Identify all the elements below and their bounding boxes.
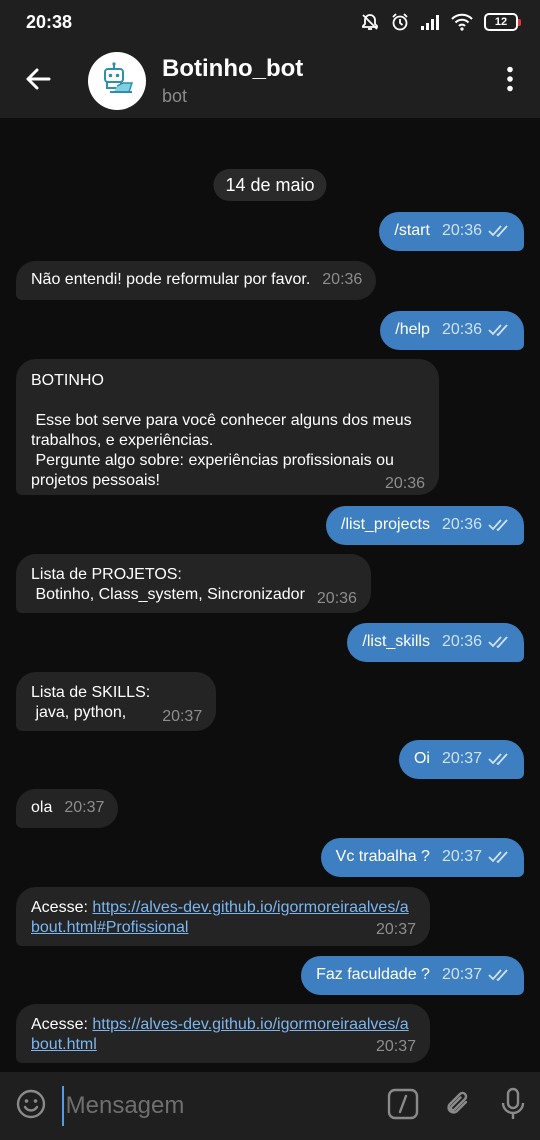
- input-bar: [0, 1072, 540, 1140]
- message-time: 20:37: [375, 1038, 416, 1055]
- attach-button[interactable]: [430, 1072, 485, 1140]
- double-check-icon: [488, 324, 508, 336]
- message-text: Vc trabalha ?: [335, 848, 430, 865]
- more-vertical-icon: [506, 66, 514, 97]
- message-text: Faz faculdade ?: [316, 966, 430, 983]
- message-incoming[interactable]: ola 20:37: [16, 789, 119, 828]
- signal-icon: [420, 13, 440, 31]
- date-divider: 14 de maio: [213, 169, 327, 201]
- status-time: 20:38: [26, 11, 73, 32]
- emoji-button[interactable]: [0, 1072, 62, 1140]
- chat-subtitle: bot: [162, 86, 188, 106]
- message-text: /start: [394, 222, 430, 239]
- message-outgoing[interactable]: /start 20:36: [379, 212, 524, 251]
- message-incoming[interactable]: Não entendi! pode reformular por favor. …: [16, 261, 377, 300]
- message-time: 20:36: [322, 271, 363, 288]
- message-text: Oi: [413, 750, 430, 767]
- menu-button[interactable]: [480, 44, 540, 118]
- message-time: 20:36: [441, 222, 482, 239]
- double-check-icon: [488, 969, 508, 981]
- message-text: Acesse:: [31, 899, 93, 916]
- alarm-icon: [390, 12, 410, 32]
- message-time: 20:37: [375, 921, 416, 938]
- message-incoming[interactable]: BOTINHO Esse bot serve para você conhece…: [16, 359, 439, 495]
- bot-command-icon: [387, 1088, 419, 1125]
- message-outgoing[interactable]: Oi 20:37: [398, 740, 524, 779]
- message-text: /list_skills: [362, 633, 430, 650]
- message-time: 20:37: [441, 750, 482, 767]
- message-time: 20:36: [384, 475, 425, 492]
- back-arrow-icon: [25, 67, 51, 96]
- battery-icon: 12: [484, 13, 521, 31]
- message-outgoing[interactable]: Vc trabalha ? 20:37: [320, 838, 524, 877]
- avatar[interactable]: [88, 52, 146, 110]
- double-check-icon: [488, 225, 508, 237]
- message-outgoing[interactable]: /list_projects 20:36: [326, 506, 524, 545]
- message-incoming[interactable]: Lista de SKILLS: java, python, 20:37: [16, 672, 217, 731]
- message-text: /list_projects: [341, 516, 430, 533]
- chat-title: Botinho_bot: [162, 55, 304, 82]
- message-time: 20:37: [64, 799, 105, 816]
- wifi-icon: [450, 13, 474, 31]
- message-time: 20:37: [162, 708, 203, 725]
- status-icons: 12: [360, 12, 521, 32]
- message-text: /help: [395, 321, 430, 338]
- voice-button[interactable]: [485, 1072, 540, 1140]
- message-time: 20:36: [441, 321, 482, 338]
- message-text: Não entendi! pode reformular por favor.: [31, 271, 311, 288]
- chat-title-block[interactable]: Botinho_bot bot: [162, 54, 480, 108]
- back-button[interactable]: [0, 44, 76, 118]
- status-bar: 20:38 12: [0, 0, 540, 44]
- robot-icon: [104, 62, 134, 93]
- paperclip-icon: [442, 1088, 474, 1125]
- emoji-icon: [15, 1088, 47, 1125]
- message-text: Acesse:: [31, 1016, 93, 1033]
- microphone-icon: [499, 1087, 527, 1126]
- message-time: 20:37: [441, 966, 482, 983]
- double-check-icon: [488, 753, 508, 765]
- message-time: 20:37: [441, 848, 482, 865]
- message-list[interactable]: 14 de maio /start 20:36 Não entendi! pod…: [0, 118, 540, 1072]
- message-incoming[interactable]: Acesse: https://alves-dev.github.io/igor…: [16, 887, 430, 946]
- message-text: BOTINHO Esse bot serve para você conhece…: [31, 372, 412, 489]
- message-input[interactable]: [61, 1086, 376, 1126]
- message-outgoing[interactable]: /help 20:36: [380, 311, 524, 350]
- bot-command-button[interactable]: [376, 1072, 431, 1140]
- alarm-off-icon: [360, 12, 380, 32]
- double-check-icon: [488, 636, 508, 648]
- message-text: Lista de PROJETOS: Botinho, Class_system…: [31, 566, 305, 603]
- chat-header: Botinho_bot bot: [0, 44, 540, 118]
- message-time: 20:36: [441, 633, 482, 650]
- message-time: 20:36: [316, 590, 357, 607]
- message-outgoing[interactable]: Faz faculdade ? 20:37: [301, 956, 524, 995]
- double-check-icon: [488, 851, 508, 863]
- message-text: Lista de SKILLS: java, python,: [31, 684, 151, 721]
- message-text: ola: [31, 799, 53, 816]
- message-incoming[interactable]: Acesse: https://alves-dev.github.io/igor…: [16, 1004, 430, 1063]
- message-outgoing[interactable]: /list_skills 20:36: [347, 623, 524, 662]
- double-check-icon: [488, 519, 508, 531]
- message-time: 20:36: [441, 516, 482, 533]
- message-incoming[interactable]: Lista de PROJETOS: Botinho, Class_system…: [16, 554, 371, 613]
